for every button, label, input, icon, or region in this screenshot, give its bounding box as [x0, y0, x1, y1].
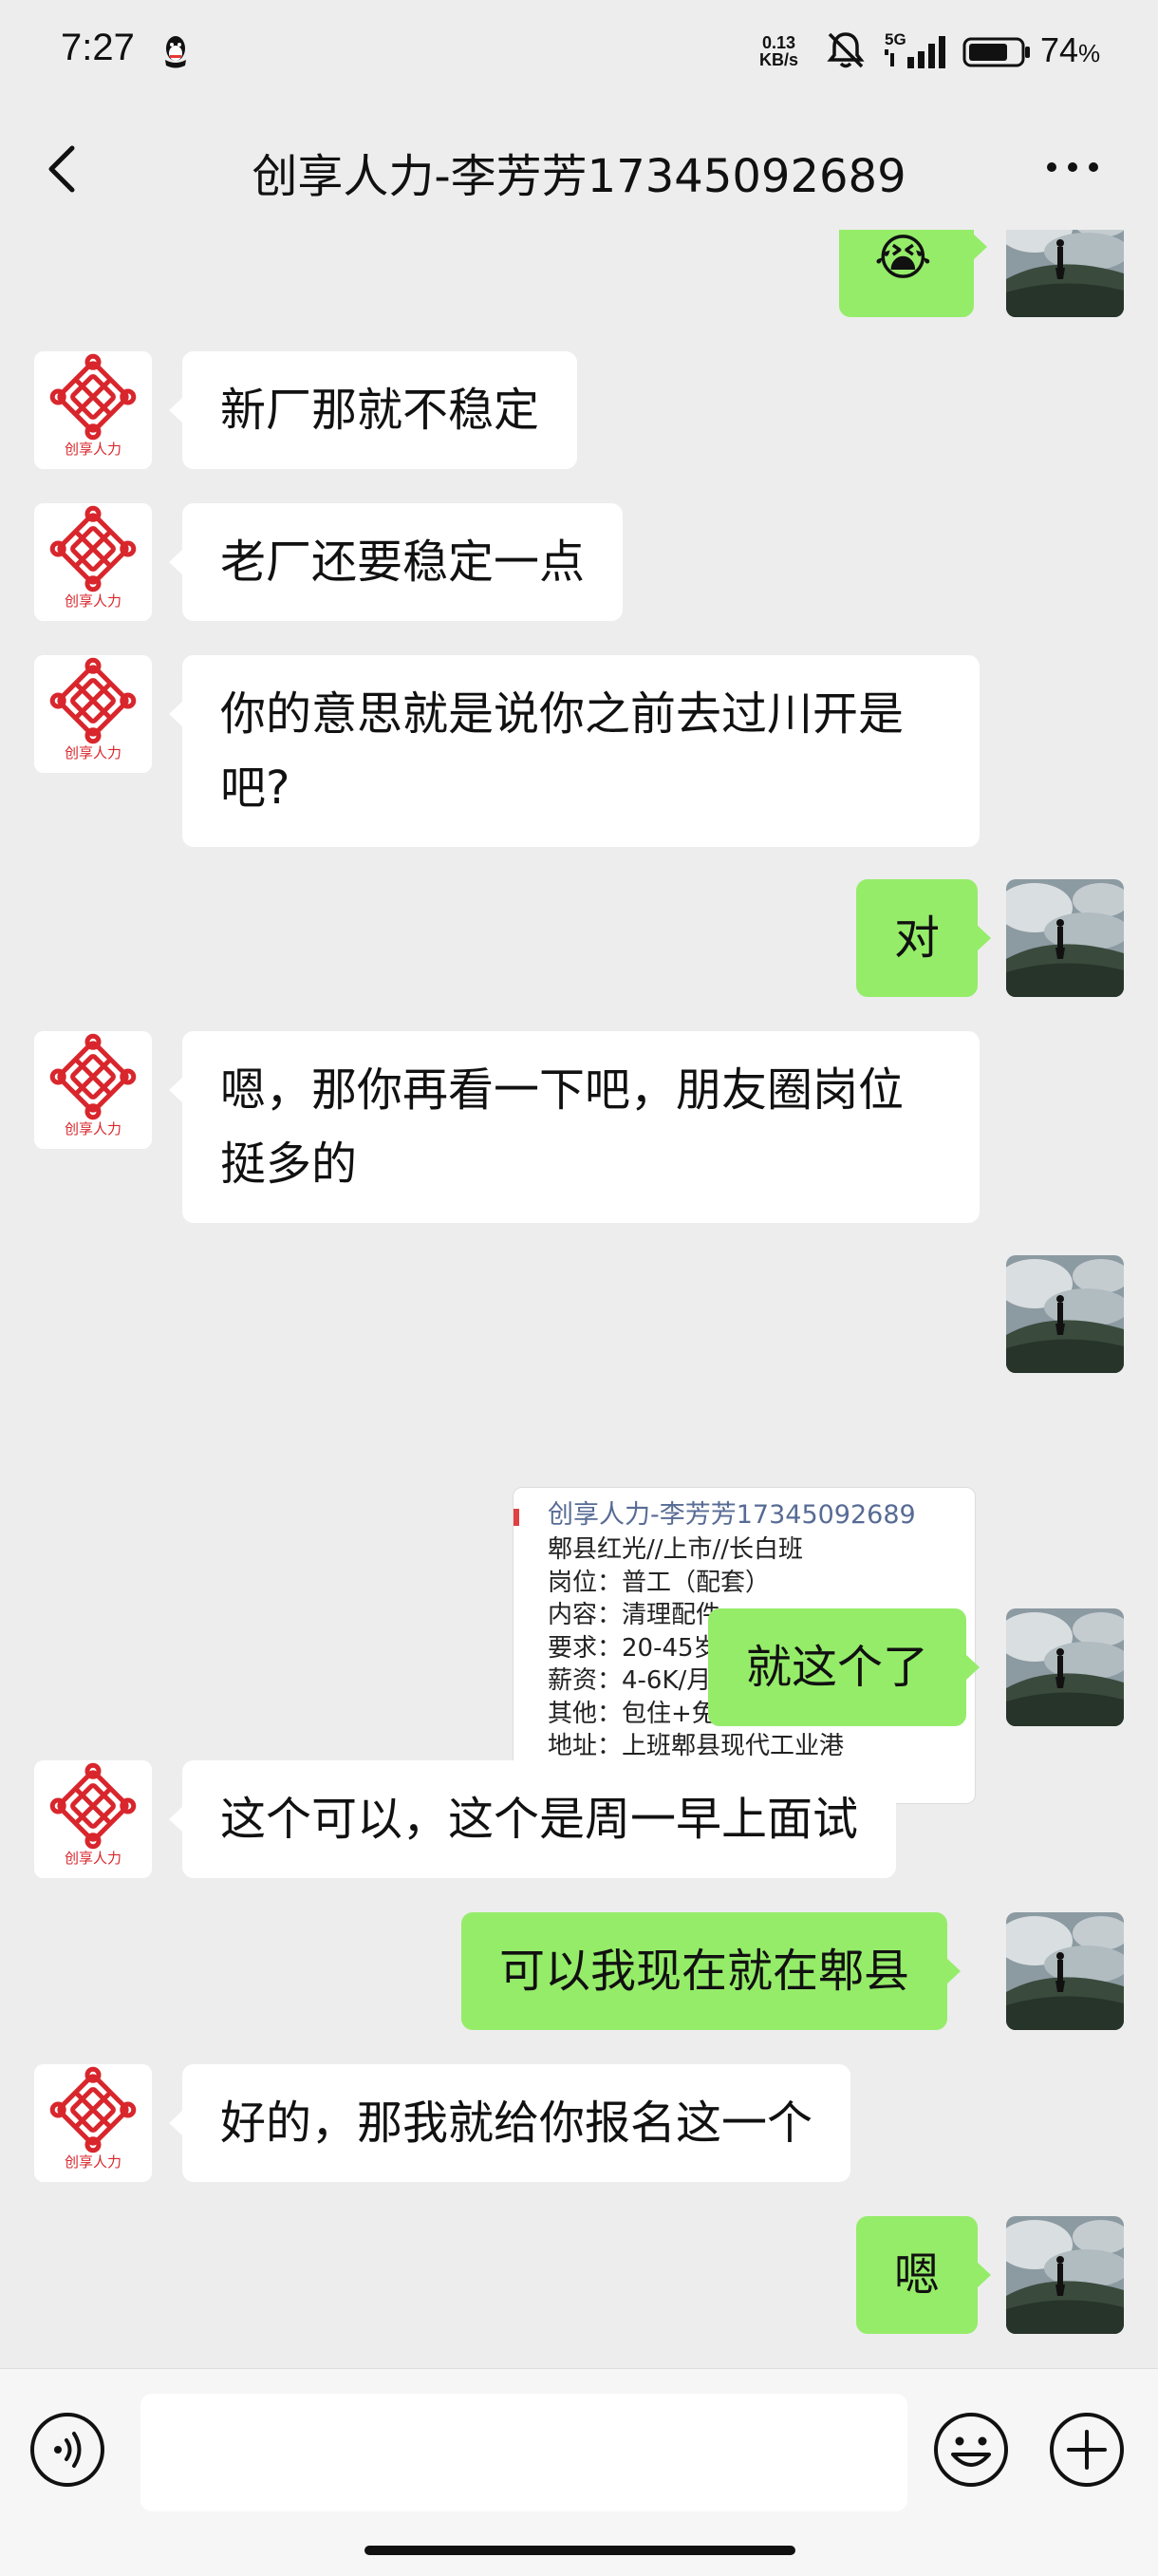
- message-emoji[interactable]: 😭: [839, 230, 987, 317]
- avatar[interactable]: 创享人力: [34, 351, 152, 469]
- signal-icon: 5G: [885, 30, 945, 68]
- avatar-logo-text: 创享人力: [65, 592, 121, 610]
- input-bar: [0, 2368, 1158, 2576]
- avatar-logo-text: 创享人力: [65, 441, 121, 458]
- quote-marker: [514, 1509, 519, 1526]
- quote-line: 岗位：普工（配套）: [548, 1568, 771, 1597]
- message-bubble[interactable]: 对: [856, 879, 992, 997]
- message-bubble[interactable]: 就这个了: [708, 1608, 981, 1726]
- emoji-icon[interactable]: [932, 2411, 1010, 2489]
- message-bubble[interactable]: 你的意思就是说你之前去过川开是吧?: [169, 655, 980, 847]
- avatar-logo-text: 创享人力: [65, 744, 121, 762]
- message-bubble[interactable]: 嗯，那你再看一下吧，朋友圈岗位挺多的: [169, 1031, 980, 1223]
- message-bubble[interactable]: 可以我现在就在郫县: [461, 1912, 962, 2030]
- chat-title: 创享人力-李芳芳17345092689: [252, 150, 906, 203]
- message-bubble[interactable]: 新厂那就不稳定: [168, 351, 578, 469]
- avatar[interactable]: 创享人力: [34, 1760, 152, 1878]
- avatar[interactable]: [1006, 1912, 1124, 2030]
- quote-line: 郫县红光//上市//长白班: [548, 1535, 804, 1564]
- network-label: 5G: [885, 30, 906, 48]
- message-input[interactable]: [140, 2394, 907, 2511]
- avatar[interactable]: 创享人力: [34, 655, 152, 773]
- avatar[interactable]: 创享人力: [34, 1031, 152, 1149]
- avatar[interactable]: [1006, 230, 1124, 317]
- avatar[interactable]: 创享人力: [34, 2064, 152, 2182]
- qq-icon: [165, 36, 186, 68]
- avatar[interactable]: [1006, 879, 1124, 997]
- voice-icon[interactable]: [28, 2411, 106, 2489]
- home-indicator[interactable]: [364, 2546, 795, 2555]
- battery-icon: [962, 37, 1030, 67]
- more-icon[interactable]: [1042, 156, 1103, 179]
- quote-sender: 创享人力-李芳芳17345092689: [548, 1500, 916, 1530]
- mute-icon: [827, 32, 865, 68]
- status-time: 7:27: [61, 27, 135, 68]
- avatar[interactable]: 创享人力: [34, 503, 152, 621]
- message-bubble[interactable]: 老厂还要稳定一点: [168, 503, 624, 621]
- plus-icon[interactable]: [1048, 2411, 1126, 2489]
- message-bubble[interactable]: 这个可以，这个是周一早上面试: [168, 1760, 897, 1878]
- avatar-logo-text: 创享人力: [65, 1850, 121, 1867]
- avatar-logo-text: 创享人力: [65, 1120, 121, 1138]
- avatar-logo-text: 创享人力: [65, 2153, 121, 2171]
- message-bubble[interactable]: 嗯: [856, 2216, 992, 2334]
- message-bubble[interactable]: 好的，那我就给你报名这一个: [168, 2064, 851, 2182]
- chat-message-list[interactable]: 😭 创享人力 新厂那就不稳定 创享人力 老厂还要稳定一点 创享人力 你的意思就是…: [0, 230, 1158, 2368]
- avatar[interactable]: [1006, 1255, 1124, 1373]
- battery-percent: 74%: [1040, 30, 1101, 69]
- chat-header: 创享人力-李芳芳17345092689: [0, 106, 1158, 230]
- crying-emoji: 😭: [874, 230, 932, 287]
- avatar[interactable]: [1006, 1608, 1124, 1726]
- net-speed: 0.13 KB/s: [759, 33, 799, 69]
- avatar[interactable]: [1006, 2216, 1124, 2334]
- status-bar: 7:27 0.13 KB/s 5G 74%: [0, 0, 1158, 106]
- quote-line: 地址：上班郫县现代工业港: [548, 1732, 845, 1760]
